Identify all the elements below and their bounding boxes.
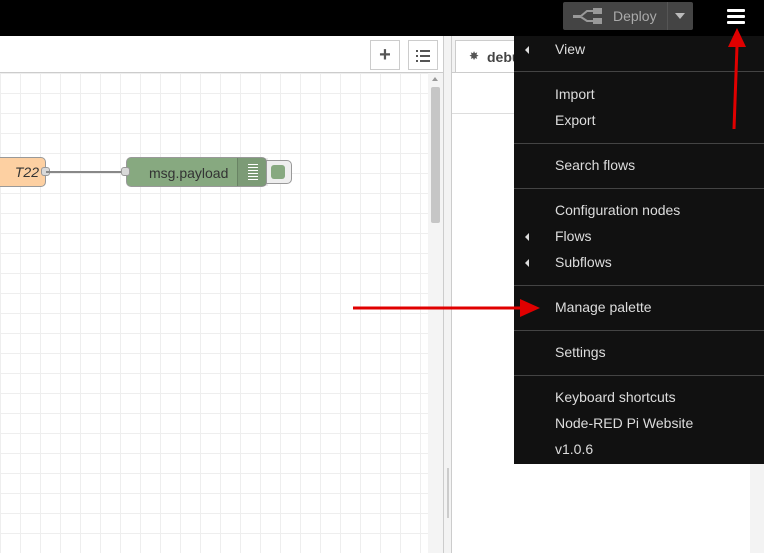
menu-item-label: Subflows xyxy=(555,254,612,270)
debug-toggle-button[interactable] xyxy=(266,160,292,184)
menu-item-keyboard-shortcuts[interactable]: Keyboard shortcuts xyxy=(514,385,764,411)
menu-divider xyxy=(514,143,764,144)
menu-item-settings[interactable]: Settings xyxy=(514,340,764,366)
dht22-node[interactable]: T22 xyxy=(0,157,46,187)
menu-item-view[interactable]: View xyxy=(514,37,764,63)
dht22-node-label: T22 xyxy=(14,164,39,180)
deploy-separator xyxy=(667,2,668,30)
menu-item-subflows[interactable]: Subflows xyxy=(514,250,764,276)
canvas-scrollbar[interactable] xyxy=(428,73,443,553)
add-flow-button[interactable]: + xyxy=(370,40,400,70)
debug-node-label: msg.payload xyxy=(149,165,229,181)
menu-item-label: View xyxy=(555,41,586,57)
wire[interactable] xyxy=(46,171,126,173)
bug-icon: ✸ xyxy=(469,49,480,63)
scrollbar-thumb[interactable] xyxy=(431,87,440,223)
input-port[interactable] xyxy=(121,167,130,176)
menu-item-search-flows[interactable]: Search flows xyxy=(514,153,764,179)
scroll-up-arrow-icon[interactable] xyxy=(432,77,438,81)
sidebar-footer xyxy=(750,463,764,553)
deploy-label: Deploy xyxy=(613,8,657,24)
hamburger-menu-icon[interactable] xyxy=(727,6,747,26)
list-icon xyxy=(416,50,430,62)
submenu-arrow-icon xyxy=(525,46,529,54)
menu-item-export[interactable]: Export xyxy=(514,108,764,134)
flow-canvas[interactable] xyxy=(0,73,428,553)
deploy-button[interactable]: Deploy xyxy=(563,2,693,30)
menu-item-version[interactable]: v1.0.6 xyxy=(514,437,764,463)
menu-item-label: Keyboard shortcuts xyxy=(555,389,676,405)
sidebar-separator[interactable] xyxy=(443,36,452,553)
menu-item-label: Search flows xyxy=(555,157,636,173)
menu-item-label: Flows xyxy=(555,228,592,244)
workspace: + T22 msg.payload xyxy=(0,36,443,553)
menu-item-label: Manage palette xyxy=(555,299,652,315)
menu-item-label: Node-RED Pi Website xyxy=(555,415,694,431)
workspace-toolbar: + xyxy=(0,36,443,73)
menu-item-website[interactable]: Node-RED Pi Website xyxy=(514,411,764,437)
menu-item-manage-palette[interactable]: Manage palette xyxy=(514,295,764,321)
header-bar: Deploy xyxy=(0,0,764,36)
deploy-icon xyxy=(573,8,602,24)
list-flows-button[interactable] xyxy=(408,40,438,70)
menu-item-flows[interactable]: Flows xyxy=(514,224,764,250)
menu-item-configuration-nodes[interactable]: Configuration nodes xyxy=(514,198,764,224)
menu-divider xyxy=(514,285,764,286)
main-menu: View Import Export Search flows Configur… xyxy=(514,36,764,464)
menu-item-import[interactable]: Import xyxy=(514,82,764,108)
debug-list-icon xyxy=(237,158,268,186)
menu-divider xyxy=(514,330,764,331)
menu-item-label: v1.0.6 xyxy=(555,441,594,457)
menu-divider xyxy=(514,188,764,189)
debug-node[interactable]: msg.payload xyxy=(126,157,292,187)
caret-down-icon[interactable] xyxy=(675,13,685,19)
menu-item-label: Settings xyxy=(555,344,606,360)
submenu-arrow-icon xyxy=(525,259,529,267)
menu-divider xyxy=(514,375,764,376)
menu-item-label: Export xyxy=(555,112,596,128)
menu-item-label: Import xyxy=(555,86,595,102)
menu-item-label: Configuration nodes xyxy=(555,202,681,218)
menu-divider xyxy=(514,71,764,72)
submenu-arrow-icon xyxy=(525,233,529,241)
